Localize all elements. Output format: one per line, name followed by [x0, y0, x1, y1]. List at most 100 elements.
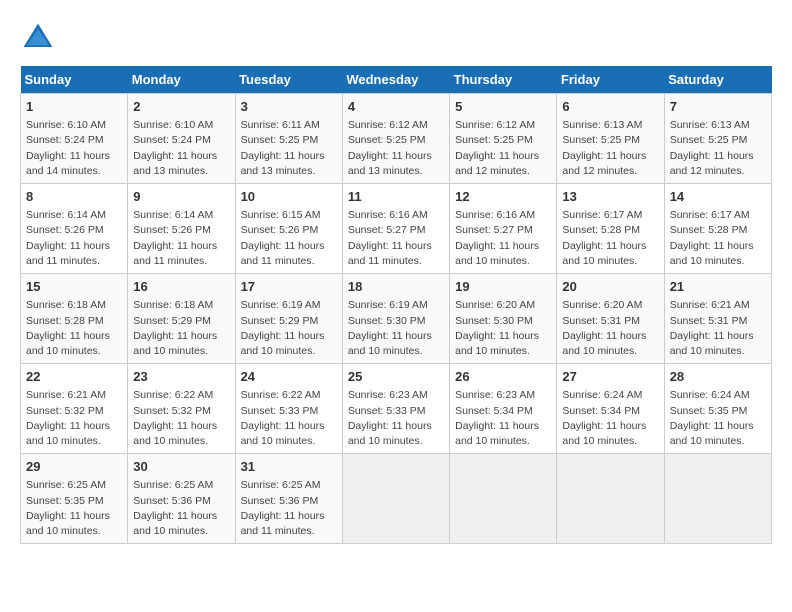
calendar-cell: 12 Sunrise: 6:16 AMSunset: 5:27 PMDayligh…: [450, 184, 557, 274]
calendar-cell: 3 Sunrise: 6:11 AMSunset: 5:25 PMDaylight…: [235, 94, 342, 184]
calendar-table: SundayMondayTuesdayWednesdayThursdayFrid…: [20, 66, 772, 544]
calendar-cell: 16 Sunrise: 6:18 AMSunset: 5:29 PMDayligh…: [128, 274, 235, 364]
day-info: Sunrise: 6:21 AMSunset: 5:32 PMDaylight:…: [26, 388, 122, 449]
calendar-cell: 25 Sunrise: 6:23 AMSunset: 5:33 PMDayligh…: [342, 364, 449, 454]
calendar-cell: 21Sunrise: 6:21 AMSunset: 5:31 PMDayligh…: [664, 274, 771, 364]
calendar-cell: 27 Sunrise: 6:24 AMSunset: 5:34 PMDayligh…: [557, 364, 664, 454]
day-number: 1: [26, 98, 122, 116]
calendar-cell: 19 Sunrise: 6:20 AMSunset: 5:30 PMDayligh…: [450, 274, 557, 364]
day-number: 19: [455, 278, 551, 296]
day-number: 14: [670, 188, 766, 206]
calendar-cell: 20 Sunrise: 6:20 AMSunset: 5:31 PMDayligh…: [557, 274, 664, 364]
day-number: 12: [455, 188, 551, 206]
calendar-cell: 31 Sunrise: 6:25 AMSunset: 5:36 PMDayligh…: [235, 454, 342, 544]
calendar-cell: 11 Sunrise: 6:16 AMSunset: 5:27 PMDayligh…: [342, 184, 449, 274]
weekday-header-sunday: Sunday: [21, 66, 128, 94]
calendar-cell: 23 Sunrise: 6:22 AMSunset: 5:32 PMDayligh…: [128, 364, 235, 454]
calendar-cell: 1 Sunrise: 6:10 AMSunset: 5:24 PMDaylight…: [21, 94, 128, 184]
day-info: Sunrise: 6:24 AMSunset: 5:34 PMDaylight:…: [562, 388, 658, 449]
day-number: 6: [562, 98, 658, 116]
day-info: Sunrise: 6:22 AMSunset: 5:32 PMDaylight:…: [133, 388, 229, 449]
day-number: 28: [670, 368, 766, 386]
calendar-cell: 30 Sunrise: 6:25 AMSunset: 5:36 PMDayligh…: [128, 454, 235, 544]
calendar-cell: 4 Sunrise: 6:12 AMSunset: 5:25 PMDaylight…: [342, 94, 449, 184]
calendar-week-2: 8Sunrise: 6:14 AMSunset: 5:26 PMDaylight…: [21, 184, 772, 274]
day-number: 4: [348, 98, 444, 116]
calendar-cell: 17 Sunrise: 6:19 AMSunset: 5:29 PMDayligh…: [235, 274, 342, 364]
day-number: 15: [26, 278, 122, 296]
weekday-header-tuesday: Tuesday: [235, 66, 342, 94]
day-info: Sunrise: 6:19 AMSunset: 5:29 PMDaylight:…: [241, 298, 337, 359]
day-number: 3: [241, 98, 337, 116]
calendar-cell: 28Sunrise: 6:24 AMSunset: 5:35 PMDayligh…: [664, 364, 771, 454]
day-number: 13: [562, 188, 658, 206]
calendar-cell: [664, 454, 771, 544]
calendar-cell: 15 Sunrise: 6:18 AMSunset: 5:28 PMDayligh…: [21, 274, 128, 364]
weekday-header-wednesday: Wednesday: [342, 66, 449, 94]
day-number: 16: [133, 278, 229, 296]
day-number: 7: [670, 98, 766, 116]
day-info: Sunrise: 6:13 AMSunset: 5:25 PMDaylight:…: [670, 118, 766, 179]
day-info: Sunrise: 6:22 AMSunset: 5:33 PMDaylight:…: [241, 388, 337, 449]
day-number: 31: [241, 458, 337, 476]
calendar-week-3: 15 Sunrise: 6:18 AMSunset: 5:28 PMDayligh…: [21, 274, 772, 364]
day-info: Sunrise: 6:18 AMSunset: 5:28 PMDaylight:…: [26, 298, 122, 359]
day-info: Sunrise: 6:12 AMSunset: 5:25 PMDaylight:…: [348, 118, 444, 179]
weekday-header-monday: Monday: [128, 66, 235, 94]
day-number: 30: [133, 458, 229, 476]
day-info: Sunrise: 6:15 AMSunset: 5:26 PMDaylight:…: [241, 208, 337, 269]
day-number: 22: [26, 368, 122, 386]
day-info: Sunrise: 6:25 AMSunset: 5:36 PMDaylight:…: [133, 478, 229, 539]
calendar-cell: [342, 454, 449, 544]
calendar-week-4: 22 Sunrise: 6:21 AMSunset: 5:32 PMDayligh…: [21, 364, 772, 454]
day-info: Sunrise: 6:18 AMSunset: 5:29 PMDaylight:…: [133, 298, 229, 359]
day-info: Sunrise: 6:16 AMSunset: 5:27 PMDaylight:…: [455, 208, 551, 269]
day-info: Sunrise: 6:11 AMSunset: 5:25 PMDaylight:…: [241, 118, 337, 179]
day-number: 17: [241, 278, 337, 296]
logo-icon: [20, 20, 56, 56]
calendar-week-5: 29 Sunrise: 6:25 AMSunset: 5:35 PMDayligh…: [21, 454, 772, 544]
calendar-cell: 24 Sunrise: 6:22 AMSunset: 5:33 PMDayligh…: [235, 364, 342, 454]
day-info: Sunrise: 6:20 AMSunset: 5:30 PMDaylight:…: [455, 298, 551, 359]
day-number: 5: [455, 98, 551, 116]
calendar-cell: 6 Sunrise: 6:13 AMSunset: 5:25 PMDaylight…: [557, 94, 664, 184]
day-info: Sunrise: 6:25 AMSunset: 5:35 PMDaylight:…: [26, 478, 122, 539]
calendar-cell: [450, 454, 557, 544]
day-number: 23: [133, 368, 229, 386]
day-info: Sunrise: 6:23 AMSunset: 5:33 PMDaylight:…: [348, 388, 444, 449]
day-number: 20: [562, 278, 658, 296]
calendar-body: 1 Sunrise: 6:10 AMSunset: 5:24 PMDaylight…: [21, 94, 772, 544]
calendar-cell: 14Sunrise: 6:17 AMSunset: 5:28 PMDayligh…: [664, 184, 771, 274]
calendar-cell: 29 Sunrise: 6:25 AMSunset: 5:35 PMDayligh…: [21, 454, 128, 544]
day-info: Sunrise: 6:14 AMSunset: 5:26 PMDaylight:…: [133, 208, 229, 269]
day-number: 10: [241, 188, 337, 206]
day-number: 26: [455, 368, 551, 386]
day-info: Sunrise: 6:23 AMSunset: 5:34 PMDaylight:…: [455, 388, 551, 449]
day-number: 18: [348, 278, 444, 296]
calendar-cell: 18 Sunrise: 6:19 AMSunset: 5:30 PMDayligh…: [342, 274, 449, 364]
day-number: 29: [26, 458, 122, 476]
weekday-header-row: SundayMondayTuesdayWednesdayThursdayFrid…: [21, 66, 772, 94]
day-info: Sunrise: 6:17 AMSunset: 5:28 PMDaylight:…: [562, 208, 658, 269]
day-number: 9: [133, 188, 229, 206]
day-info: Sunrise: 6:13 AMSunset: 5:25 PMDaylight:…: [562, 118, 658, 179]
calendar-cell: 10 Sunrise: 6:15 AMSunset: 5:26 PMDayligh…: [235, 184, 342, 274]
day-info: Sunrise: 6:19 AMSunset: 5:30 PMDaylight:…: [348, 298, 444, 359]
weekday-header-saturday: Saturday: [664, 66, 771, 94]
calendar-cell: 2Sunrise: 6:10 AMSunset: 5:24 PMDaylight…: [128, 94, 235, 184]
calendar-cell: [557, 454, 664, 544]
day-info: Sunrise: 6:10 AMSunset: 5:24 PMDaylight:…: [26, 118, 122, 179]
calendar-cell: 9 Sunrise: 6:14 AMSunset: 5:26 PMDaylight…: [128, 184, 235, 274]
day-info: Sunrise: 6:12 AMSunset: 5:25 PMDaylight:…: [455, 118, 551, 179]
day-info: Sunrise: 6:21 AMSunset: 5:31 PMDaylight:…: [670, 298, 766, 359]
day-info: Sunrise: 6:20 AMSunset: 5:31 PMDaylight:…: [562, 298, 658, 359]
calendar-cell: 22 Sunrise: 6:21 AMSunset: 5:32 PMDayligh…: [21, 364, 128, 454]
day-number: 11: [348, 188, 444, 206]
day-info: Sunrise: 6:16 AMSunset: 5:27 PMDaylight:…: [348, 208, 444, 269]
calendar-cell: 26 Sunrise: 6:23 AMSunset: 5:34 PMDayligh…: [450, 364, 557, 454]
day-number: 27: [562, 368, 658, 386]
page-header: [20, 20, 772, 56]
day-info: Sunrise: 6:25 AMSunset: 5:36 PMDaylight:…: [241, 478, 337, 539]
day-number: 25: [348, 368, 444, 386]
day-number: 24: [241, 368, 337, 386]
